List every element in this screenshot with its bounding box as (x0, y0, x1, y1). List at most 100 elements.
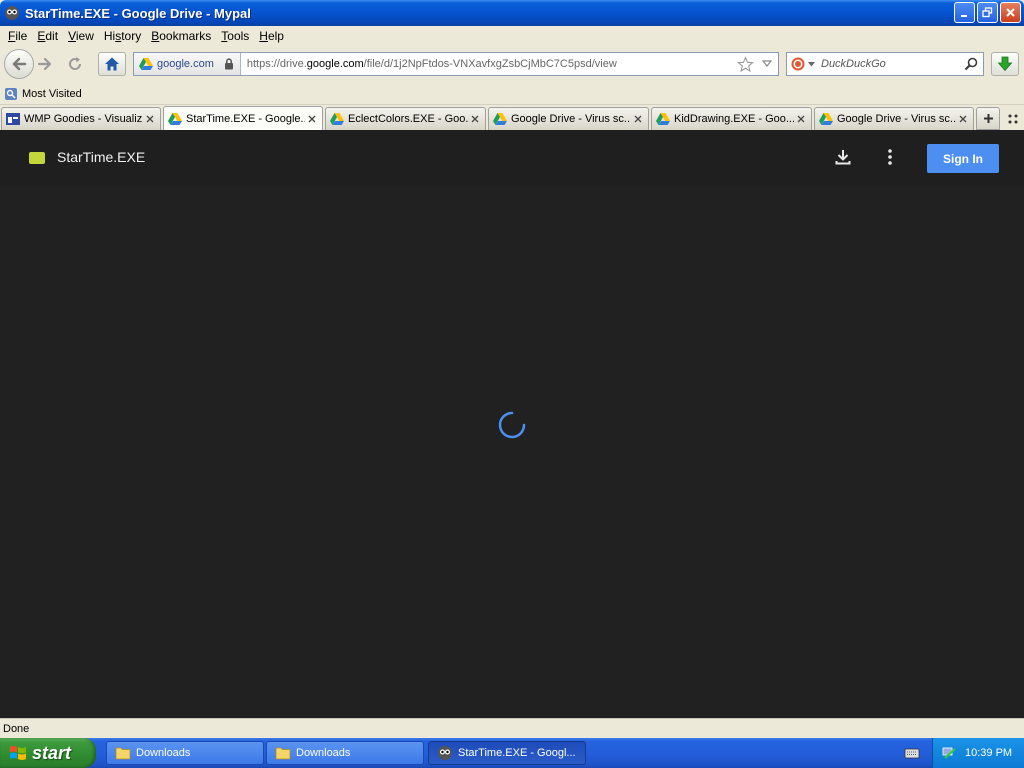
keyboard-icon[interactable] (904, 746, 920, 760)
search-placeholder: DuckDuckGo (821, 58, 886, 70)
window-title: StarTime.EXE - Google Drive - Mypal (25, 5, 251, 21)
downloads-button[interactable] (991, 52, 1019, 76)
site-identity-button[interactable]: google.com (134, 53, 241, 75)
google-drive-icon (819, 113, 833, 125)
minimize-button[interactable] (954, 2, 975, 23)
menu-bookmarks[interactable]: Bookmarks (146, 29, 216, 43)
status-text: Done (3, 722, 30, 735)
folder-icon (275, 747, 291, 760)
tab-virus-scan-1[interactable]: Google Drive - Virus sc... (488, 107, 649, 130)
google-drive-icon (493, 113, 507, 125)
mypal-app-icon (5, 6, 19, 20)
sign-in-button[interactable]: Sign In (927, 144, 999, 173)
tab-startime[interactable]: StarTime.EXE - Google... (163, 106, 323, 130)
more-options-icon[interactable] (880, 147, 900, 167)
taskbar-button-label: Downloads (296, 747, 351, 759)
google-drive-icon (330, 113, 344, 125)
navigation-toolbar: google.com https://drive.google.com/file… (0, 46, 1024, 84)
tab-wmp-goodies[interactable]: WMP Goodies - Visualiz... (1, 107, 161, 130)
identity-domain: google.com (157, 58, 214, 70)
restore-icon (982, 7, 993, 18)
menu-file[interactable]: File (3, 29, 32, 43)
drive-viewer-header: StarTime.EXE Sign In (0, 130, 1024, 186)
bookmark-star-icon[interactable] (737, 56, 754, 73)
back-button[interactable] (4, 49, 34, 79)
network-icon[interactable] (941, 745, 957, 761)
reload-button[interactable] (64, 53, 86, 75)
forward-button[interactable] (34, 53, 56, 75)
mypal-icon (438, 746, 452, 760)
clock[interactable]: 10:39 PM (965, 747, 1012, 759)
lock-icon (224, 58, 233, 70)
back-arrow-icon (12, 57, 27, 71)
close-icon (634, 115, 642, 123)
menu-tools[interactable]: Tools (216, 29, 254, 43)
menu-view[interactable]: View (63, 29, 99, 43)
restore-button[interactable] (977, 2, 998, 23)
windows-logo-icon (10, 746, 26, 760)
google-drive-icon (168, 112, 182, 125)
home-button[interactable] (98, 52, 126, 76)
status-bar: Done (0, 718, 1024, 738)
file-type-icon (29, 152, 45, 164)
drive-viewer: StarTime.EXE Sign In (0, 130, 1024, 718)
menu-bar: File Edit View History Bookmarks Tools H… (0, 26, 1024, 46)
tab-close-button[interactable] (143, 112, 157, 126)
taskbar-button-label: Downloads (136, 747, 191, 759)
chevron-down-icon (808, 61, 815, 66)
bookmarks-toolbar: Most Visited (0, 84, 1024, 105)
tab-label: EclectColors.EXE - Goo... (348, 113, 468, 125)
menu-history[interactable]: History (99, 29, 146, 43)
close-icon (471, 115, 479, 123)
close-button[interactable] (1000, 2, 1021, 23)
file-title: StarTime.EXE (57, 149, 146, 165)
menu-edit[interactable]: Edit (32, 29, 63, 43)
url-dropdown-icon[interactable] (762, 60, 772, 68)
tab-strip: WMP Goodies - Visualiz... StarTime.EXE -… (0, 105, 1024, 130)
search-icon[interactable] (964, 57, 978, 71)
close-icon (797, 115, 805, 123)
tab-close-button[interactable] (956, 112, 970, 126)
start-label: start (32, 742, 72, 763)
tab-label: StarTime.EXE - Google... (186, 112, 305, 125)
duckduckgo-icon (791, 57, 805, 71)
tab-close-button[interactable] (631, 112, 645, 126)
forward-arrow-icon (37, 57, 52, 71)
minimize-icon (961, 15, 967, 17)
window-titlebar[interactable]: StarTime.EXE - Google Drive - Mypal (0, 0, 1024, 26)
address-bar[interactable]: google.com https://drive.google.com/file… (133, 52, 779, 76)
tab-virus-scan-2[interactable]: Google Drive - Virus sc... (814, 107, 974, 130)
taskbar: start Downloads Downloads StarTime.EXE -… (0, 738, 1024, 768)
tab-eclectcolors[interactable]: EclectColors.EXE - Goo... (325, 107, 486, 130)
download-icon[interactable] (833, 147, 853, 167)
close-icon (146, 115, 154, 123)
tab-close-button[interactable] (468, 112, 482, 126)
plus-icon (983, 114, 993, 123)
reload-icon (69, 57, 82, 70)
start-button[interactable]: start (0, 738, 96, 768)
url-text: https://drive.google.com/file/d/1j2NpFtd… (246, 58, 617, 70)
new-tab-button[interactable] (976, 107, 1000, 130)
taskbar-button-label: StarTime.EXE - Googl... (458, 747, 576, 759)
tab-close-button[interactable] (794, 112, 808, 126)
search-bar[interactable]: DuckDuckGo (786, 52, 984, 76)
tab-label: WMP Goodies - Visualiz... (24, 113, 143, 125)
most-visited-label: Most Visited (22, 88, 82, 100)
most-visited-bookmark[interactable]: Most Visited (4, 87, 82, 101)
tab-label: Google Drive - Virus sc... (837, 113, 956, 125)
home-icon (105, 57, 119, 71)
google-drive-icon (139, 58, 153, 70)
close-icon (1006, 8, 1015, 17)
close-icon (308, 115, 316, 122)
close-icon (959, 115, 967, 123)
folder-icon (115, 747, 131, 760)
taskbar-button-mypal[interactable]: StarTime.EXE - Googl... (428, 741, 586, 765)
tab-close-button[interactable] (305, 112, 319, 126)
wmp-icon (6, 113, 20, 125)
tab-kiddrawing[interactable]: KidDrawing.EXE - Goo... (651, 107, 812, 130)
taskbar-button-downloads-2[interactable]: Downloads (266, 741, 424, 765)
menu-help[interactable]: Help (254, 29, 289, 43)
search-engine-selector[interactable] (787, 53, 817, 75)
list-all-tabs-icon[interactable] (1006, 112, 1020, 126)
taskbar-button-downloads-1[interactable]: Downloads (106, 741, 264, 765)
